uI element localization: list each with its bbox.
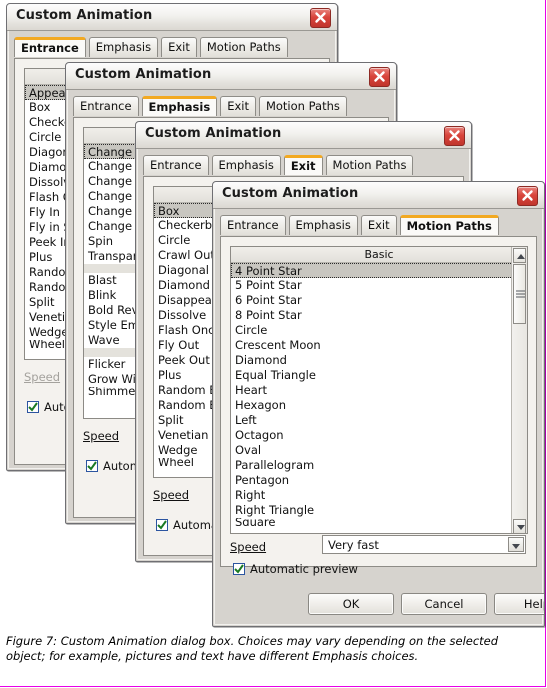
listbox-items: 4 Point Star 5 Point Star 6 Point Star 8… [231,263,527,526]
tab-motion-paths[interactable]: Motion Paths [199,37,288,57]
title-bar[interactable]: Custom Animation [136,122,471,149]
tabstrip: Entrance Emphasis Exit Motion Paths [14,37,337,58]
tab-entrance[interactable]: Entrance [220,215,286,235]
tab-label: Motion Paths [406,219,492,233]
title-bar[interactable]: Custom Animation [213,182,544,209]
tabstrip: Entrance Emphasis Exit Motion Paths [220,215,544,236]
tab-panel: Basic 4 Point Star 5 Point Star 6 Point … [220,236,537,576]
speed-label: Speed [24,370,61,384]
dialog-window-motion-paths[interactable]: Custom Animation Entrance Emphasis Exit … [212,181,545,627]
vertical-scrollbar[interactable] [511,247,527,533]
automatic-preview-checkbox[interactable] [27,401,39,413]
title-bar[interactable]: Custom Animation [66,63,396,90]
list-item[interactable]: Diamond [231,353,527,368]
tab-label: Exit [168,40,190,54]
list-item[interactable]: Oval [231,443,527,458]
list-item[interactable]: 8 Point Star [231,308,527,323]
close-icon[interactable] [517,186,538,206]
tab-emphasis[interactable]: Emphasis [141,96,218,116]
tab-label: Motion Paths [332,158,407,172]
tab-entrance[interactable]: Entrance [143,155,209,175]
close-icon[interactable] [310,8,331,28]
list-item[interactable]: Pentagon [231,473,527,488]
window-title: Custom Animation [222,186,359,201]
scroll-down-icon[interactable] [513,519,526,533]
speed-label: Speed [153,488,190,502]
list-item[interactable]: Equal Triangle [231,368,527,383]
chevron-down-icon[interactable] [508,537,524,552]
tab-emphasis[interactable]: Emphasis [288,215,358,235]
list-item[interactable]: 4 Point Star [231,263,527,278]
tab-exit[interactable]: Exit [283,155,323,175]
tab-label: Entrance [227,218,279,232]
list-item[interactable]: Square [231,518,527,526]
tab-emphasis[interactable]: Emphasis [211,155,281,175]
automatic-preview-label: Automatic preview [250,562,358,576]
speed-label: Speed [230,540,267,554]
listbox-header: Basic [231,247,527,263]
scrollbar-thumb[interactable] [513,264,526,324]
list-item[interactable]: 5 Point Star [231,278,527,293]
speed-select[interactable]: Very fast [322,535,526,554]
tab-entrance[interactable]: Entrance [14,37,86,57]
ok-button[interactable]: OK [308,593,394,615]
window-title: Custom Animation [75,67,212,82]
tab-exit[interactable]: Exit [220,96,256,116]
figure-page: Custom Animation Entrance Emphasis Exit … [0,0,546,687]
automatic-preview-checkbox[interactable] [233,563,245,575]
speed-label: Speed [83,429,120,443]
tab-label: Emphasis [295,218,351,232]
tab-motion-paths[interactable]: Motion Paths [258,96,347,116]
scroll-up-icon[interactable] [513,248,526,263]
tab-label: Entrance [80,99,132,113]
tab-label: Emphasis [148,100,211,114]
speed-value: Very fast [328,538,379,552]
tab-label: Exit [227,99,249,113]
automatic-preview-checkbox[interactable] [86,460,98,472]
tab-label: Exit [367,218,390,232]
list-item[interactable]: Left [231,413,527,428]
tab-label: Emphasis [218,158,274,172]
list-item[interactable]: Heart [231,383,527,398]
tab-label: Motion Paths [265,99,340,113]
title-bar[interactable]: Custom Animation [7,4,337,31]
tab-label: Entrance [150,158,202,172]
close-icon[interactable] [444,126,465,146]
tab-emphasis[interactable]: Emphasis [88,37,159,57]
motion-path-listbox[interactable]: Basic 4 Point Star 5 Point Star 6 Point … [230,246,528,534]
tab-exit[interactable]: Exit [360,215,397,235]
tab-label: Motion Paths [206,40,281,54]
tab-motion-paths[interactable]: Motion Paths [325,155,414,175]
tab-label: Emphasis [95,40,152,54]
list-item[interactable]: Hexagon [231,398,527,413]
tab-label: Entrance [21,41,79,55]
window-title: Custom Animation [16,8,153,23]
tab-exit[interactable]: Exit [161,37,197,57]
tab-label: Exit [290,159,316,173]
list-item[interactable]: 6 Point Star [231,293,527,308]
window-title: Custom Animation [145,126,282,141]
tab-entrance[interactable]: Entrance [73,96,139,116]
list-item[interactable]: Circle [231,323,527,338]
list-item[interactable]: Parallelogram [231,458,527,473]
automatic-preview-checkbox[interactable] [156,519,168,531]
help-button[interactable]: Help [494,593,544,615]
tabstrip: Entrance Emphasis Exit Motion Paths [143,155,471,176]
list-item[interactable]: Right [231,488,527,503]
list-item[interactable]: Right Triangle [231,503,527,518]
figure-caption: Figure 7: Custom Animation dialog box. C… [6,634,499,663]
tabstrip: Entrance Emphasis Exit Motion Paths [73,96,396,117]
close-icon[interactable] [369,67,390,87]
cancel-button[interactable]: Cancel [401,593,487,615]
list-item[interactable]: Octagon [231,428,527,443]
tab-motion-paths[interactable]: Motion Paths [399,215,499,235]
list-item[interactable]: Crescent Moon [231,338,527,353]
